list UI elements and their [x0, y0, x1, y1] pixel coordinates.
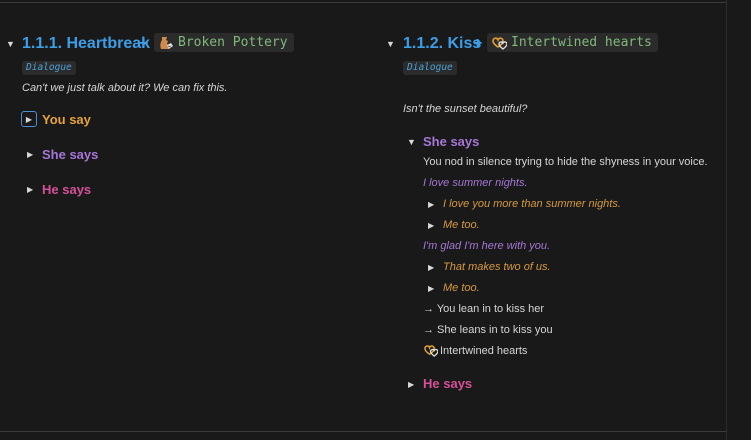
dialogue-tag: Dialogue [22, 61, 76, 75]
action-link[interactable]: → She leans in to kiss you [423, 324, 553, 336]
intertwined-hearts-icon [491, 36, 508, 50]
reply-option[interactable]: Me too. [443, 219, 480, 231]
expand-triangle-icon[interactable]: ▶ [428, 263, 434, 272]
option-he-says[interactable]: He says [423, 376, 472, 391]
collapse-triangle-icon[interactable]: ▼ [386, 39, 395, 49]
option-she-says[interactable]: She says [423, 134, 479, 149]
reply-option[interactable]: That makes two of us. [443, 261, 551, 273]
broken-pottery-icon [158, 36, 174, 50]
she-line: I love summer nights. [423, 177, 528, 189]
right-divider [726, 0, 727, 440]
collapse-triangle-icon[interactable]: ▼ [407, 137, 416, 147]
reply-option[interactable]: I love you more than summer nights. [443, 198, 621, 210]
item-chip-label: Broken Pottery [178, 35, 288, 50]
dialogue-line: Isn't the sunset beautiful? [403, 103, 528, 115]
expand-triangle-icon[interactable]: ▶ [27, 185, 33, 194]
dialogue-tag: Dialogue [403, 61, 457, 75]
node-heading: 1.1.1. Heartbreak [22, 35, 151, 52]
she-line: I'm glad I'm here with you. [423, 240, 551, 252]
reward-label: Intertwined hearts [440, 344, 528, 357]
option-he-says[interactable]: He says [42, 182, 91, 197]
plus-sign: + [139, 35, 149, 52]
expand-triangle-icon[interactable]: ▶ [408, 380, 414, 389]
option-she-says[interactable]: She says [42, 147, 98, 162]
action-link[interactable]: → You lean in to kiss her [423, 303, 544, 315]
top-divider [0, 2, 726, 3]
plus-sign: + [473, 35, 483, 52]
reward-item: Intertwined hearts [423, 344, 527, 357]
item-chip-label: Intertwined hearts [511, 35, 652, 50]
bottom-divider [0, 431, 726, 432]
dialogue-line: Can't we just talk about it? We can fix … [22, 82, 228, 94]
intertwined-hearts-icon [423, 344, 439, 357]
expand-you-say-button[interactable]: ▶ [21, 111, 37, 127]
expand-triangle-icon[interactable]: ▶ [428, 284, 434, 293]
expand-triangle-icon[interactable]: ▶ [27, 150, 33, 159]
collapse-triangle-icon[interactable]: ▼ [6, 39, 15, 49]
node-heading: 1.1.2. Kiss [403, 35, 482, 52]
expand-triangle-icon[interactable]: ▶ [428, 200, 434, 209]
item-chip[interactable]: Intertwined hearts [487, 33, 658, 52]
item-chip[interactable]: Broken Pottery [154, 33, 294, 52]
option-you-say[interactable]: You say [42, 112, 91, 127]
expand-triangle-icon: ▶ [25, 114, 33, 124]
expand-triangle-icon[interactable]: ▶ [428, 221, 434, 230]
narration-text: You nod in silence trying to hide the sh… [423, 156, 708, 168]
reply-option[interactable]: Me too. [443, 282, 480, 294]
